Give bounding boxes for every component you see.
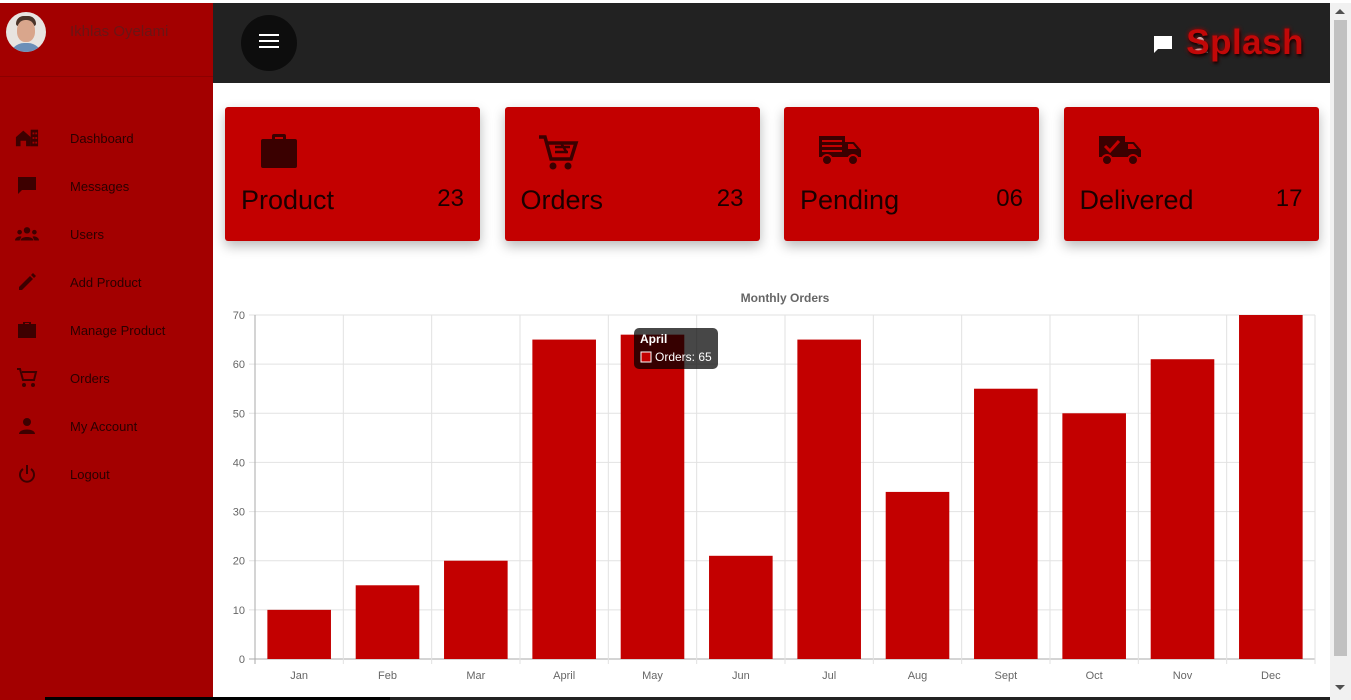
sidebar-item-label: Messages (70, 178, 130, 194)
tooltip-label: Orders: 65 (655, 350, 712, 364)
sidebar-item-label: Logout (70, 466, 110, 482)
sidebar-item-dashboard[interactable]: Dashboard (0, 114, 213, 162)
stat-cards: Product 23 Orders 23 Pending 06 Delivere… (225, 107, 1343, 241)
y-tick-label: 10 (233, 605, 245, 617)
message-icon[interactable] (1152, 34, 1174, 61)
bar-dec (1239, 315, 1303, 659)
bar-aug (885, 491, 950, 659)
sidebar-nav: Dashboard Messages Users Add Product Man… (0, 114, 213, 498)
x-tick-label: Feb (378, 670, 397, 682)
y-tick-label: 40 (233, 457, 245, 469)
stat-card-pending[interactable]: Pending 06 (784, 107, 1039, 241)
monthly-orders-chart: Monthly Orders 0 10 20 30 40 50 60 70 Jan Feb Mar Ap… (222, 283, 1322, 688)
x-tick-label: April (553, 670, 575, 682)
y-tick-label: 30 (233, 507, 245, 519)
bar-sept (974, 388, 1038, 659)
x-tick-label: Sept (995, 670, 1018, 682)
stat-card-product[interactable]: Product 23 (225, 107, 480, 241)
cart-icon (537, 133, 579, 178)
sidebar-item-label: My Account (70, 418, 138, 434)
top-bar: Splash (213, 3, 1330, 83)
y-tick-label: 50 (233, 408, 245, 420)
sidebar-item-users[interactable]: Users (0, 210, 213, 258)
y-tick-label: 20 (233, 556, 245, 568)
bar-feb (355, 585, 420, 659)
pencil-icon (15, 270, 39, 294)
sidebar-item-orders[interactable]: Orders (0, 354, 213, 402)
sidebar-item-my-account[interactable]: My Account (0, 402, 213, 450)
x-tick-label: Nov (1173, 670, 1193, 682)
bar-jan (267, 609, 331, 659)
x-tick-label: Dec (1261, 670, 1281, 682)
bar-nov (1150, 359, 1215, 659)
person-icon (15, 414, 39, 438)
x-tick-label: Jan (290, 670, 308, 682)
tooltip-swatch (640, 351, 652, 363)
bar-mar (444, 560, 508, 659)
y-tick-label: 70 (233, 310, 245, 322)
stat-card-title: Pending (800, 185, 900, 215)
sidebar-item-manage-product[interactable]: Manage Product (0, 306, 213, 354)
brand-logo[interactable]: Splash (1186, 23, 1304, 63)
bar-jun (709, 555, 773, 659)
scroll-down-icon[interactable] (1335, 685, 1345, 690)
bar-april (532, 339, 596, 659)
bar-oct (1062, 413, 1126, 659)
x-tick-label: May (642, 670, 663, 682)
users-icon (15, 222, 39, 246)
sidebar-item-label: Orders (70, 370, 110, 386)
y-tick-label: 60 (233, 359, 245, 371)
sidebar-item-messages[interactable]: Messages (0, 162, 213, 210)
dashboard-icon (15, 126, 39, 150)
chart-svg: Monthly Orders 0 10 20 30 40 50 60 70 Jan Feb Mar Ap… (233, 291, 1316, 682)
sidebar-item-label: Add Product (70, 274, 142, 290)
y-tick-label: 0 (239, 654, 245, 666)
briefcase-icon (259, 133, 299, 174)
stat-card-value: 23 (716, 185, 744, 212)
stat-card-orders[interactable]: Orders 23 (504, 107, 760, 241)
x-tick-label: Mar (466, 670, 485, 682)
x-tick-label: Jul (822, 670, 836, 682)
stat-card-value: 17 (1275, 185, 1303, 212)
avatar[interactable] (6, 12, 46, 52)
bar-jul (797, 339, 861, 659)
x-tick-label: Aug (908, 670, 928, 682)
power-icon (15, 462, 39, 486)
sidebar-profile: Ikhlas Oyelami (0, 3, 213, 77)
sidebar-item-label: Users (70, 226, 104, 242)
stat-card-title: Product (241, 185, 335, 215)
x-tick-label: Jun (732, 670, 750, 682)
stat-card-delivered[interactable]: Delivered 17 (1063, 107, 1319, 241)
chart-title: Monthly Orders (741, 291, 830, 305)
bar-may (620, 334, 685, 659)
sidebar-item-label: Dashboard (70, 130, 134, 146)
x-tick-label: Oct (1086, 670, 1103, 682)
hamburger-icon (259, 33, 279, 53)
scroll-thumb[interactable] (1334, 20, 1347, 656)
briefcase-icon (15, 318, 39, 342)
stat-card-value: 23 (437, 185, 464, 212)
cart-icon (15, 366, 39, 390)
scroll-up-icon[interactable] (1335, 9, 1345, 14)
menu-toggle-button[interactable] (241, 15, 297, 71)
message-icon (15, 174, 39, 198)
truck-check-icon (1098, 133, 1142, 172)
stat-card-value: 06 (996, 185, 1023, 212)
user-name: Ikhlas Oyelami (70, 23, 169, 40)
sidebar-item-add-product[interactable]: Add Product (0, 258, 213, 306)
sidebar-item-label: Manage Product (70, 322, 166, 338)
stat-card-title: Orders (520, 185, 604, 215)
sidebar: Ikhlas Oyelami Dashboard Messages Users … (0, 3, 213, 700)
tooltip-title: April (640, 332, 667, 346)
stat-card-title: Delivered (1079, 185, 1194, 215)
vertical-scrollbar[interactable] (1330, 3, 1351, 700)
sidebar-item-logout[interactable]: Logout (0, 450, 213, 498)
truck-icon (818, 133, 862, 172)
